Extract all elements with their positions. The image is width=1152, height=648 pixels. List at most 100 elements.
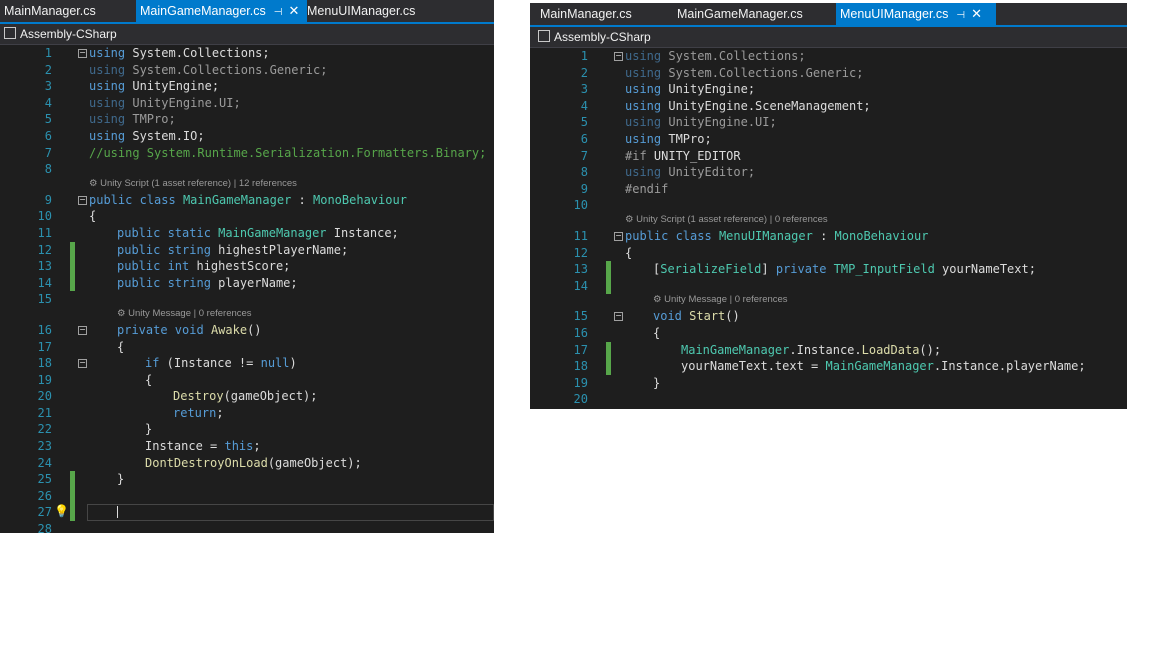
project-dropdown[interactable]: Assembly-CSharp (0, 24, 494, 45)
line-number: 22 (37, 422, 52, 437)
line-number: 8 (580, 165, 588, 180)
tab-main-game-manager[interactable]: MainGameManager.cs (673, 3, 807, 25)
collapse-icon[interactable]: − (78, 49, 87, 58)
project-dropdown[interactable]: Assembly-CSharp (530, 27, 1127, 48)
line-number: 16 (37, 322, 52, 337)
code-line: yourNameText.text = MainGameManager.Inst… (681, 359, 1086, 374)
tab-main-manager[interactable]: MainManager.cs (536, 3, 636, 25)
line-number: 19 (37, 372, 52, 387)
line-number: 23 (37, 439, 52, 454)
line-number: 9 (44, 192, 52, 207)
pin-icon[interactable]: ⊣ (274, 7, 283, 18)
code-line: { (653, 325, 661, 340)
project-icon (4, 27, 16, 39)
code-line: public class MenuUIManager : MonoBehavio… (625, 228, 929, 243)
line-number: 5 (44, 112, 52, 127)
code-line: using System.Collections.Generic; (625, 65, 864, 80)
line-number: 27 (37, 505, 52, 520)
codelens-references[interactable]: ⚙ Unity Message | 0 references (117, 306, 252, 323)
codelens-references[interactable]: ⚙ Unity Message | 0 references (653, 292, 788, 309)
code-line: public string playerName; (117, 275, 298, 290)
code-line: //using System.Runtime.Serialization.For… (89, 145, 487, 160)
code-line: return; (173, 405, 224, 420)
lightbulb-icon[interactable]: 💡 (54, 505, 69, 518)
collapse-icon[interactable]: − (78, 325, 87, 335)
text-caret (117, 506, 118, 519)
code-line: using System.Collections; (625, 49, 806, 63)
close-icon[interactable]: ✕ (288, 3, 299, 18)
editor-pane-main-game-manager: MainManager.cs MainGameManager.cs ⊣ ✕ Menu… (0, 0, 494, 533)
unity-icon: ⚙ (625, 213, 637, 225)
line-number: 2 (580, 65, 588, 80)
collapse-icon[interactable]: − (78, 195, 87, 205)
code-line: using UnityEditor; (625, 165, 756, 180)
line-number: 4 (44, 95, 52, 110)
code-line: { (117, 339, 125, 354)
tab-main-manager[interactable]: MainManager.cs (0, 0, 100, 22)
line-number: 13 (37, 259, 52, 274)
line-number: 20 (37, 389, 52, 404)
line-number: 8 (44, 162, 52, 177)
unity-icon: ⚙ (89, 177, 101, 189)
line-number: 11 (37, 225, 52, 240)
change-marker (606, 358, 611, 375)
tab-label: MenuUIManager.cs (307, 4, 416, 18)
pin-icon[interactable]: ⊣ (956, 10, 965, 21)
line-number: 26 (37, 488, 52, 503)
collapse-icon[interactable]: − (614, 231, 623, 241)
tab-label: MainGameManager.cs (140, 4, 266, 18)
code-line: Destroy(gameObject); (173, 389, 318, 404)
line-number: 3 (580, 82, 588, 97)
tab-bar: MainManager.cs MainGameManager.cs ⊣ ✕ Menu… (0, 0, 494, 24)
code-line: #endif (625, 181, 669, 196)
code-line: using UnityEngine.UI; (625, 115, 777, 130)
line-number: 12 (573, 245, 588, 260)
code-line: } (653, 375, 661, 390)
close-icon[interactable]: ✕ (971, 6, 982, 21)
codelens-references[interactable]: ⚙ Unity Script (1 asset reference) | 12 … (89, 176, 297, 193)
project-label: Assembly-CSharp (20, 27, 117, 41)
collapse-icon[interactable]: − (78, 359, 87, 369)
code-line: using UnityEngine.UI; (89, 95, 241, 110)
line-number: 2 (44, 62, 52, 77)
code-line: [SerializeField] private TMP_InputField … (653, 262, 1036, 277)
change-marker (70, 241, 75, 259)
tab-menu-ui-manager[interactable]: MenuUIManager.cs (303, 0, 419, 22)
line-number: 14 (573, 278, 588, 293)
code-line: using TMPro; (89, 112, 176, 127)
code-line: using System.Collections.Generic; (89, 62, 328, 77)
code-editor[interactable]: 1− using System.Collections; 2 using Syste… (0, 45, 494, 533)
unity-icon: ⚙ (653, 294, 665, 306)
collapse-icon[interactable]: − (614, 52, 623, 61)
code-line: private void Awake() (117, 322, 262, 337)
line-number: 13 (573, 262, 588, 277)
line-number: 7 (580, 148, 588, 163)
line-number: 19 (573, 375, 588, 390)
line-number: 10 (573, 198, 588, 213)
code-line: { (625, 245, 633, 260)
tab-main-game-manager[interactable]: MainGameManager.cs ⊣ ✕ (136, 0, 307, 22)
tab-menu-ui-manager[interactable]: MenuUIManager.cs ⊣ ✕ (836, 3, 996, 25)
change-marker (606, 261, 611, 278)
code-editor[interactable]: 1− using System.Collections; 2 using Syste… (536, 48, 1127, 408)
collapse-icon[interactable]: − (614, 312, 623, 322)
codelens-references[interactable]: ⚙ Unity Script (1 asset reference) | 0 r… (625, 212, 828, 229)
tab-label: MainGameManager.cs (677, 7, 803, 21)
line-number: 6 (580, 131, 588, 146)
line-number: 4 (580, 98, 588, 113)
code-line: public string highestPlayerName; (117, 242, 349, 257)
line-number: 1 (580, 49, 588, 63)
change-marker (70, 487, 75, 505)
line-number: 17 (573, 342, 588, 357)
tab-label: MainManager.cs (540, 7, 632, 21)
line-number: 5 (580, 115, 588, 130)
line-number: 21 (37, 405, 52, 420)
code-line: using UnityEngine; (89, 79, 220, 94)
code-line: using UnityEngine; (625, 82, 756, 97)
line-number: 10 (37, 209, 52, 224)
tab-label: MenuUIManager.cs (840, 7, 949, 21)
line-number: 3 (44, 79, 52, 94)
code-line: using UnityEngine.SceneManagement; (625, 98, 871, 113)
project-icon (538, 30, 550, 42)
line-number: 7 (44, 145, 52, 160)
